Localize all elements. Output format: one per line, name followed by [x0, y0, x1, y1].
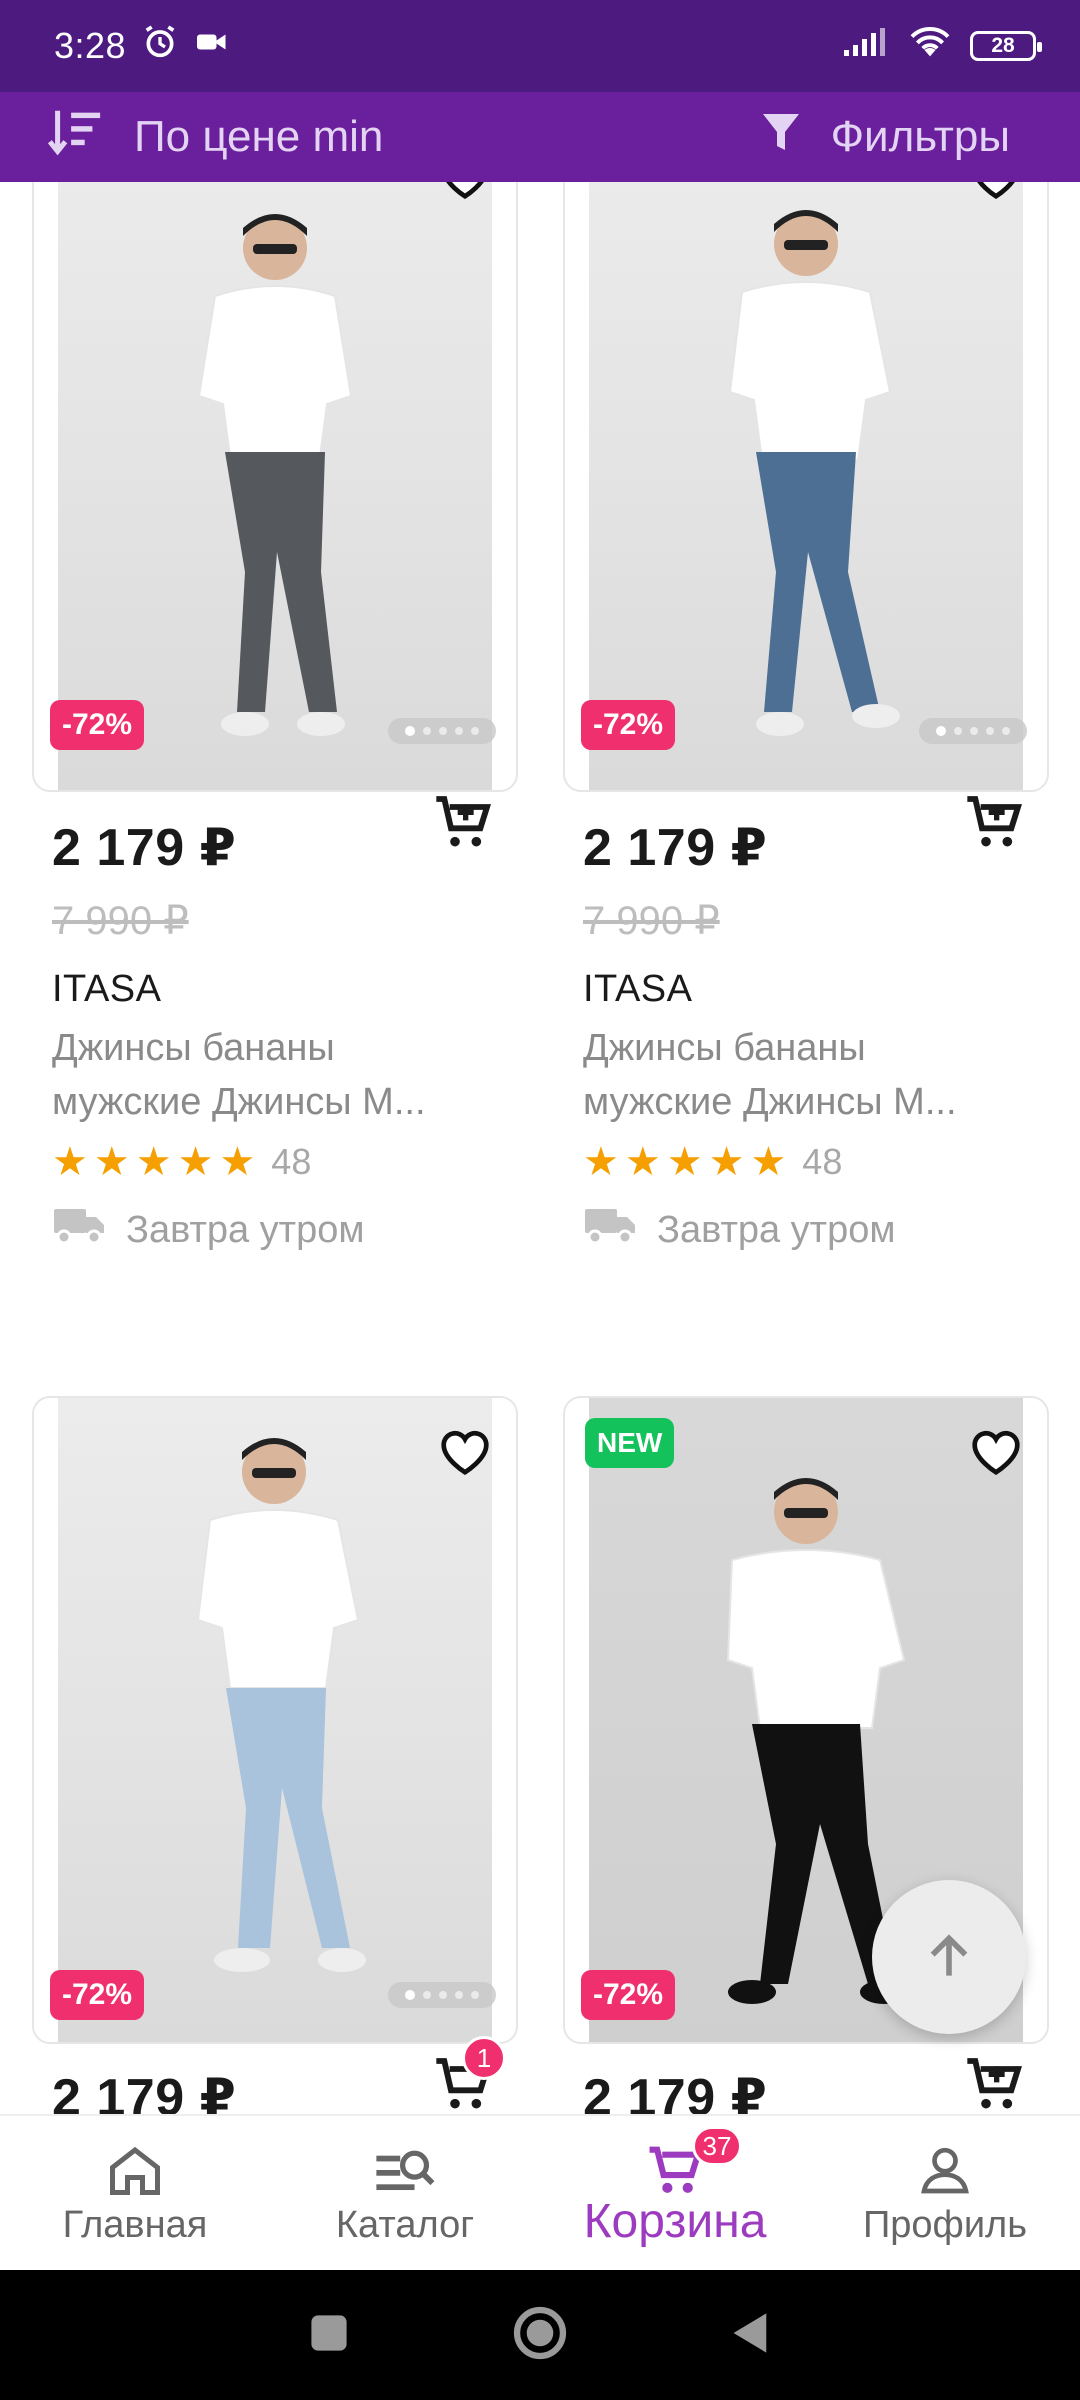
star-icon: ★	[624, 1140, 661, 1184]
nav-item-cart[interactable]: 37 Корзина	[540, 2116, 810, 2270]
product-rating: ★ ★ ★ ★ ★ 48	[52, 1141, 522, 1183]
product-rating: ★ ★ ★ ★ ★ 48	[583, 1141, 1053, 1183]
product-brand: ITASA	[52, 968, 162, 1010]
nav-item-home[interactable]: Главная	[0, 2116, 270, 2270]
truck-icon	[52, 1205, 108, 1255]
alarm-icon	[140, 22, 180, 71]
add-to-cart-button[interactable]	[959, 2050, 1029, 2114]
product-photo	[196, 1438, 366, 1972]
discount-badge: -72%	[581, 1970, 676, 2020]
image-pager-dots	[919, 718, 1027, 744]
add-to-cart-button[interactable]: 1	[428, 2036, 506, 2114]
delivery-text: Завтра утром	[657, 1208, 896, 1251]
cart-add-icon	[436, 796, 491, 847]
product-info: 2 179 ₽ 7 990 ₽ ITASA Джинсы бананы мужс…	[52, 818, 522, 1255]
product-grid: -72% 2 179 ₽ 7 990 ₽ ITASA Джинсы бананы…	[0, 182, 1080, 2114]
cart-count-badge: 1	[462, 2036, 506, 2080]
star-icon: ★	[708, 1140, 745, 1184]
sort-icon	[46, 106, 104, 169]
image-pager-dots	[388, 1982, 496, 2008]
star-icon: ★	[177, 1140, 214, 1184]
product-brand: ITASA	[583, 968, 693, 1010]
nav-label: Главная	[62, 2204, 208, 2246]
discount-badge: -72%	[581, 700, 676, 750]
product-photo	[197, 214, 353, 736]
nav-label: Профиль	[862, 2204, 1028, 2246]
cart-add-icon	[967, 2058, 1022, 2109]
cart-count-badge: 37	[692, 2126, 742, 2166]
system-nav-bar	[0, 2270, 1080, 2400]
delivery-text: Завтра утром	[126, 1208, 365, 1251]
recent-apps-button[interactable]	[307, 2311, 351, 2360]
signal-icon	[842, 25, 890, 67]
product-info: 2 179 ₽ 7 990 ₽ ITASA Джинсы бананы мужс…	[583, 818, 1053, 1255]
nav-label: Корзина	[583, 2195, 767, 2248]
product-title: Джинсы бананы мужские Джинсы М...	[52, 1027, 426, 1123]
image-pager-dots	[388, 718, 496, 744]
product-title: Джинсы бананы мужские Джинсы М...	[583, 1027, 957, 1123]
status-time: 3:28	[54, 25, 127, 66]
star-icon: ★	[666, 1140, 703, 1184]
product-old-price: 7 990 ₽	[583, 899, 720, 943]
product-image[interactable]: -72%	[32, 1396, 518, 2044]
new-badge: NEW	[585, 1418, 675, 1468]
star-icon: ★	[750, 1140, 787, 1184]
home-system-button[interactable]	[511, 2304, 569, 2367]
rating-count: 48	[271, 1141, 312, 1182]
nav-label: Каталог	[335, 2204, 475, 2246]
add-to-cart-button[interactable]	[428, 788, 498, 858]
sort-button[interactable]: По цене min	[0, 106, 383, 169]
star-icon: ★	[93, 1140, 130, 1184]
discount-badge: -72%	[50, 700, 145, 750]
favorite-heart-icon[interactable]	[963, 182, 1029, 208]
star-icon: ★	[52, 1140, 88, 1184]
discount-badge: -72%	[50, 1970, 145, 2020]
add-to-cart-button[interactable]	[959, 788, 1029, 858]
arrow-up-icon	[930, 1934, 968, 1976]
truck-icon	[583, 1205, 639, 1255]
back-system-button[interactable]	[729, 2309, 773, 2362]
star-icon: ★	[135, 1140, 172, 1184]
profile-icon	[921, 2147, 969, 2194]
star-icon: ★	[583, 1140, 619, 1184]
nav-item-catalog[interactable]: Каталог	[270, 2116, 540, 2270]
delivery-info: Завтра утром	[583, 1205, 1053, 1255]
jeans-shape	[225, 452, 337, 712]
home-icon	[110, 2146, 160, 2195]
sort-label: По цене min	[134, 112, 384, 161]
product-image[interactable]: -72%	[563, 182, 1049, 792]
nav-item-profile[interactable]: Профиль	[810, 2116, 1080, 2270]
filter-label: Фильтры	[830, 112, 1010, 161]
video-icon	[194, 24, 230, 69]
product-photo	[728, 210, 900, 736]
wifi-icon	[908, 24, 952, 69]
catalog-search-icon	[376, 2150, 435, 2191]
delivery-info: Завтра утром	[52, 1205, 522, 1255]
sort-filter-bar: По цене min Фильтры	[0, 92, 1080, 182]
favorite-heart-icon[interactable]	[432, 1418, 498, 1484]
rating-count: 48	[802, 1141, 843, 1182]
status-bar: 3:28 28	[0, 0, 1080, 92]
filter-icon	[761, 110, 801, 165]
scroll-to-top-button[interactable]	[872, 1880, 1026, 2034]
bottom-navigation: Главная Каталог 37 Корзина Профиль	[0, 2114, 1080, 2270]
favorite-heart-icon[interactable]	[963, 1418, 1029, 1484]
cart-add-icon	[967, 796, 1022, 847]
favorite-heart-icon[interactable]	[432, 182, 498, 208]
filter-button[interactable]: Фильтры	[761, 110, 1080, 165]
star-icon: ★	[219, 1140, 256, 1184]
product-image[interactable]: -72%	[32, 182, 518, 792]
product-old-price: 7 990 ₽	[52, 899, 189, 943]
battery-icon: 28	[970, 31, 1042, 61]
